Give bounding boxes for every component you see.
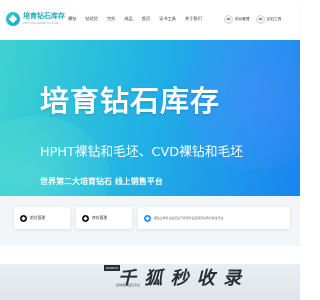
- card-text: 裸钻全球专业钻石生产商培育钻石库存采购与批发平台: [154, 216, 224, 220]
- lower-section: QIANHU 千 狐 秒 收 录 全球培育钻石平台: [0, 246, 300, 300]
- diamond-logo-icon: [6, 12, 20, 26]
- logo-name: 培育钻石库存: [23, 12, 65, 20]
- user-icon: [224, 14, 233, 24]
- hero-title: 培育钻石库存: [40, 84, 221, 118]
- hero-tagline: 世界第二大培育钻石 线上销售平台: [40, 177, 163, 186]
- card-diamond-icon: [82, 214, 89, 222]
- nav-item-5[interactable]: 首页: [142, 16, 150, 22]
- card-label: 前台管理: [30, 215, 46, 220]
- login-button[interactable]: 钻石工具: [256, 14, 281, 24]
- nav-item-7[interactable]: 关于我们: [185, 16, 202, 22]
- card-diamond-icon: [144, 214, 151, 222]
- user-button-label: 前台管理: [235, 16, 250, 21]
- login-icon: [256, 14, 265, 24]
- user-button[interactable]: 前台管理: [224, 14, 249, 24]
- site-logo[interactable]: 培育钻石库存 PEIYUZUANSHI KUCUN: [6, 10, 66, 32]
- nav-item-4[interactable]: 成品: [124, 16, 132, 22]
- card-label: 库存管理: [92, 215, 108, 220]
- card-inventory[interactable]: 库存管理: [76, 207, 132, 229]
- nav-item-3[interactable]: 空托: [107, 16, 115, 22]
- nav-item-2[interactable]: 钻坯货: [85, 16, 98, 22]
- main-nav: 裸钻 钻坯货 空托 成品 首页 证书工具 关于我们: [68, 16, 211, 22]
- hero-subtitle: HPHT裸钻和毛坯、CVD裸钻和毛坯: [40, 145, 244, 160]
- card-frontend-admin[interactable]: 前台管理: [14, 207, 70, 229]
- nav-item-6[interactable]: 证书工具: [159, 16, 176, 22]
- login-button-label: 钻石工具: [267, 16, 282, 21]
- site-header: 培育钻石库存 PEIYUZUANSHI KUCUN 裸钻 钻坯货 空托 成品 首…: [0, 0, 300, 40]
- feature-cards: 前台管理 库存管理 裸钻全球专业钻石生产商培育钻石库存采购与批发平台: [0, 196, 300, 246]
- nav-item-1[interactable]: 裸钻: [68, 16, 76, 22]
- card-diamond-icon: [20, 214, 27, 222]
- hero-banner: 培育钻石库存 HPHT裸钻和毛坯、CVD裸钻和毛坯 世界第二大培育钻石 线上销售…: [0, 40, 300, 196]
- card-info[interactable]: 裸钻全球专业钻石生产商培育钻石库存采购与批发平台: [138, 207, 290, 229]
- lower-text: 全球培育钻石平台: [116, 283, 141, 287]
- logo-subtitle: PEIYUZUANSHI KUCUN: [23, 21, 59, 25]
